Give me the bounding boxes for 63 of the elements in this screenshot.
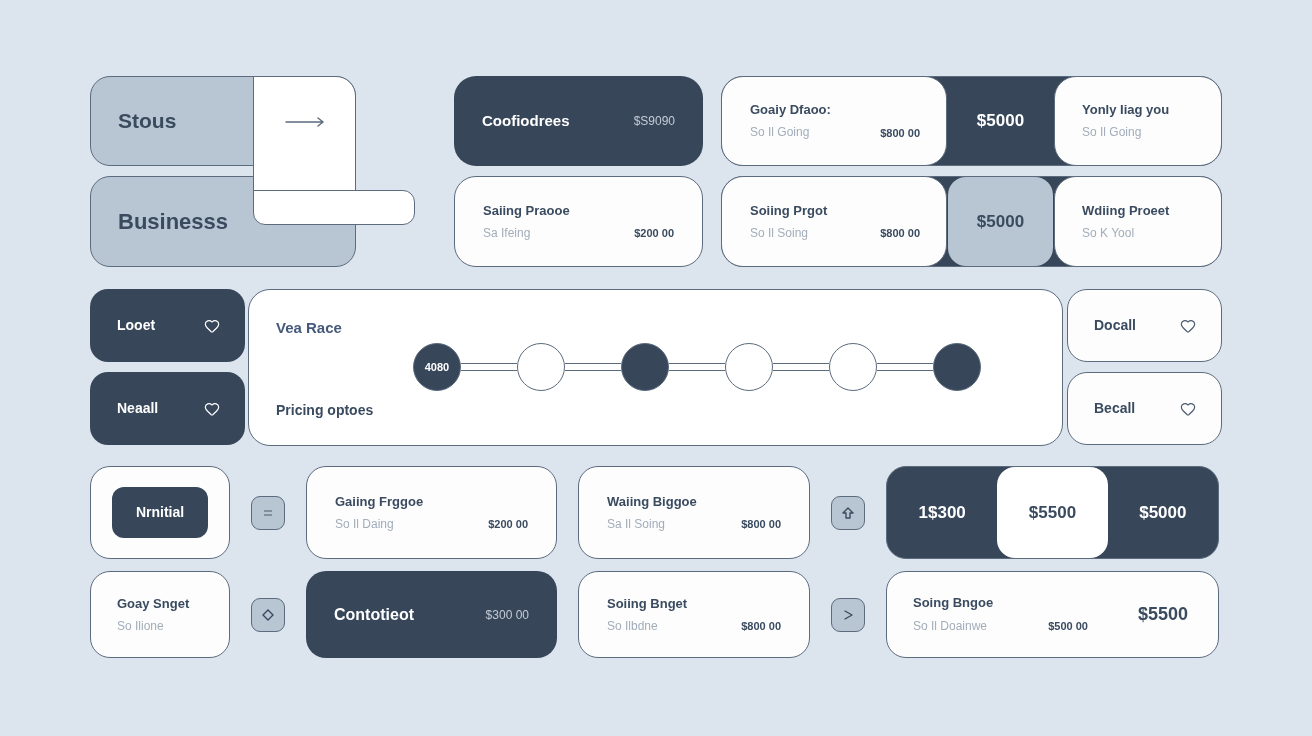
price-option[interactable]: $5500 [997, 467, 1108, 558]
card-title: Waiing Biggoe [607, 493, 698, 510]
price-option[interactable]: 1$300 [887, 467, 998, 558]
card-subtitle: So K Yool [1082, 225, 1136, 241]
card-subtitle: So Il Doainwe [913, 618, 989, 634]
card-title: Soing Bngoe [913, 594, 995, 611]
favorite-button[interactable]: Looet [90, 289, 245, 362]
heart-icon [204, 400, 220, 417]
price-text: $800 00 [880, 226, 920, 240]
chevron-button[interactable] [831, 597, 865, 632]
heart-icon [1180, 317, 1196, 334]
card-title: Soiing Prgot [750, 202, 829, 219]
card-subtitle: Sa Ifeing [483, 225, 532, 241]
heart-icon [1180, 400, 1196, 417]
card-title: Soiing Bnget [607, 595, 689, 612]
up-arrow-button[interactable] [831, 495, 865, 530]
stepper-connector [877, 363, 933, 371]
diamond-button[interactable] [251, 597, 285, 632]
card-subtitle: So Il Going [1082, 125, 1143, 140]
step-marker: 4080 [413, 343, 461, 391]
card-title: Saiing Praooe [483, 202, 571, 219]
price-text: $5000 [976, 110, 1025, 133]
equals-button[interactable] [251, 495, 285, 530]
card-subtitle: So Ilione [117, 618, 165, 634]
price-text: $800 00 [880, 125, 920, 140]
panel-title: Vea Race [276, 320, 342, 336]
card-title: Gaiing Frggoe [335, 493, 425, 510]
stepper-connector [461, 363, 517, 371]
heart-icon [204, 317, 220, 334]
panel-subtitle: Pricing optoes [276, 402, 374, 418]
favorite-button[interactable]: Neaall [90, 372, 245, 445]
stepper-connector [565, 363, 621, 371]
price-text: $S9090 [633, 113, 675, 130]
card-title: Goay Snget [117, 595, 191, 612]
initial-button[interactable]: Nrnitial [112, 487, 208, 538]
stepper-connector [669, 363, 725, 371]
diamond-icon [262, 608, 274, 621]
arrow-right-icon [284, 117, 325, 127]
stepper-connector [773, 363, 829, 371]
price-text: $200 00 [634, 226, 674, 240]
card-title: Contotieot [334, 604, 414, 625]
up-arrow-icon [842, 506, 854, 519]
card-subtitle: So Il Daing [335, 516, 395, 532]
card-title: Goaiy Dfaoo: [750, 102, 832, 118]
card-subtitle: Sa Il Soing [607, 516, 667, 532]
card-title: Yonly Iiag you [1082, 102, 1171, 118]
card-subtitle: So Il Soing [750, 225, 810, 241]
favorite-button[interactable]: Becall [1067, 372, 1222, 445]
price-text: $300 00 [485, 606, 529, 624]
price-text: $800 00 [741, 619, 781, 633]
price-tile: $5000 [948, 177, 1053, 266]
card-title: Wdiing Proeet [1082, 202, 1171, 219]
total-price: $5500 [1137, 603, 1188, 626]
card-subtitle: So Ilbdne [607, 618, 659, 634]
chevron-right-icon [843, 609, 853, 620]
card-subtitle: So Il Going [750, 125, 811, 140]
price-text: $800 00 [741, 517, 781, 531]
price-text: $500 00 [1048, 618, 1088, 634]
price-option[interactable]: $5000 [1107, 467, 1218, 558]
card-title: Coofiodrees [482, 110, 570, 131]
price-text: $200 00 [488, 517, 528, 531]
favorite-button[interactable]: Docall [1067, 289, 1222, 362]
equals-icon [264, 509, 272, 516]
